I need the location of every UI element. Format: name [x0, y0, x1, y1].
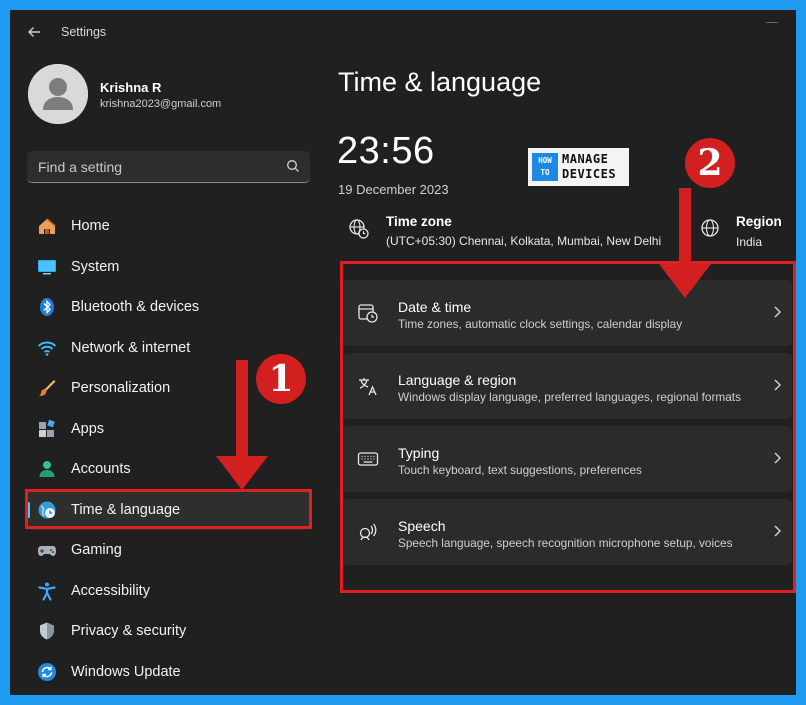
annotation-arrow-down-icon	[659, 188, 711, 298]
sidebar-item-system[interactable]: System	[27, 247, 311, 288]
logo-manage-text: MANAGE	[562, 152, 609, 166]
home-icon	[39, 218, 56, 235]
sidebar-item-label: Gaming	[71, 542, 122, 559]
logo-devices-text: DEVICES	[562, 167, 617, 181]
region-label: Region	[736, 214, 782, 229]
back-button[interactable]	[22, 21, 46, 43]
sidebar-item-label: Accounts	[71, 461, 131, 478]
accessibility-icon	[38, 582, 56, 601]
gamepad-icon	[38, 546, 56, 557]
search-input[interactable]	[27, 151, 277, 182]
sidebar-item-label: Bluetooth & devices	[71, 299, 200, 316]
avatar	[28, 64, 88, 124]
page-title: Time & language	[338, 67, 542, 97]
sidebar-item-windows-update[interactable]: Windows Update	[27, 652, 311, 693]
back-arrow-icon	[28, 27, 40, 37]
update-icon	[38, 662, 56, 681]
app-title: Settings	[61, 25, 107, 39]
sidebar-item-label: Windows Update	[71, 663, 181, 680]
timezone-label: Time zone	[386, 214, 452, 229]
user-avatar-icon	[28, 64, 88, 124]
sidebar-item-home[interactable]: Home	[27, 206, 311, 247]
globe-clock-icon	[349, 219, 369, 239]
sidebar-item-gaming[interactable]: Gaming	[27, 530, 311, 571]
sidebar-item-label: Apps	[71, 420, 105, 437]
region-value: India	[736, 235, 763, 249]
search-icon[interactable]	[286, 159, 300, 173]
bluetooth-icon	[40, 298, 54, 317]
wifi-icon	[37, 341, 57, 356]
accounts-icon	[39, 461, 55, 478]
shield-icon	[40, 622, 54, 640]
current-time: 23:56	[337, 130, 435, 172]
settings-window: Settings Krishna R krishna2023@gmail.com…	[10, 10, 796, 695]
minimize-button[interactable]	[766, 22, 778, 23]
sidebar-item-bluetooth[interactable]: Bluetooth & devices	[27, 287, 311, 328]
sidebar-item-privacy[interactable]: Privacy & security	[27, 611, 311, 652]
brush-icon	[39, 380, 56, 397]
title-bar: Settings	[10, 10, 796, 54]
apps-icon	[39, 419, 55, 437]
logo-how-to: HOW TO	[532, 153, 558, 181]
sidebar-item-label: Personalization	[71, 380, 171, 397]
sidebar-item-label: System	[71, 258, 120, 275]
annotation-badge-2: 2	[685, 138, 735, 188]
current-date: 19 December 2023	[338, 182, 449, 197]
user-name: Krishna R	[100, 80, 162, 95]
highlight-box-time-language	[25, 489, 312, 529]
timezone-value: (UTC+05:30) Chennai, Kolkata, Mumbai, Ne…	[386, 234, 662, 248]
sidebar-item-label: Network & internet	[71, 339, 191, 356]
highlight-box-options	[340, 261, 796, 593]
user-email: krishna2023@gmail.com	[100, 98, 222, 110]
annotation-badge-1: 1	[256, 354, 306, 404]
sidebar-item-label: Accessibility	[71, 582, 150, 599]
sidebar-item-label: Privacy & security	[71, 623, 187, 640]
system-icon	[38, 259, 56, 275]
sidebar-item-label: Home	[71, 218, 110, 235]
how-to-manage-devices-logo: HOW TO MANAGE DEVICES	[528, 148, 629, 186]
search-box[interactable]	[27, 151, 310, 183]
sidebar-item-accessibility[interactable]: Accessibility	[27, 571, 311, 612]
